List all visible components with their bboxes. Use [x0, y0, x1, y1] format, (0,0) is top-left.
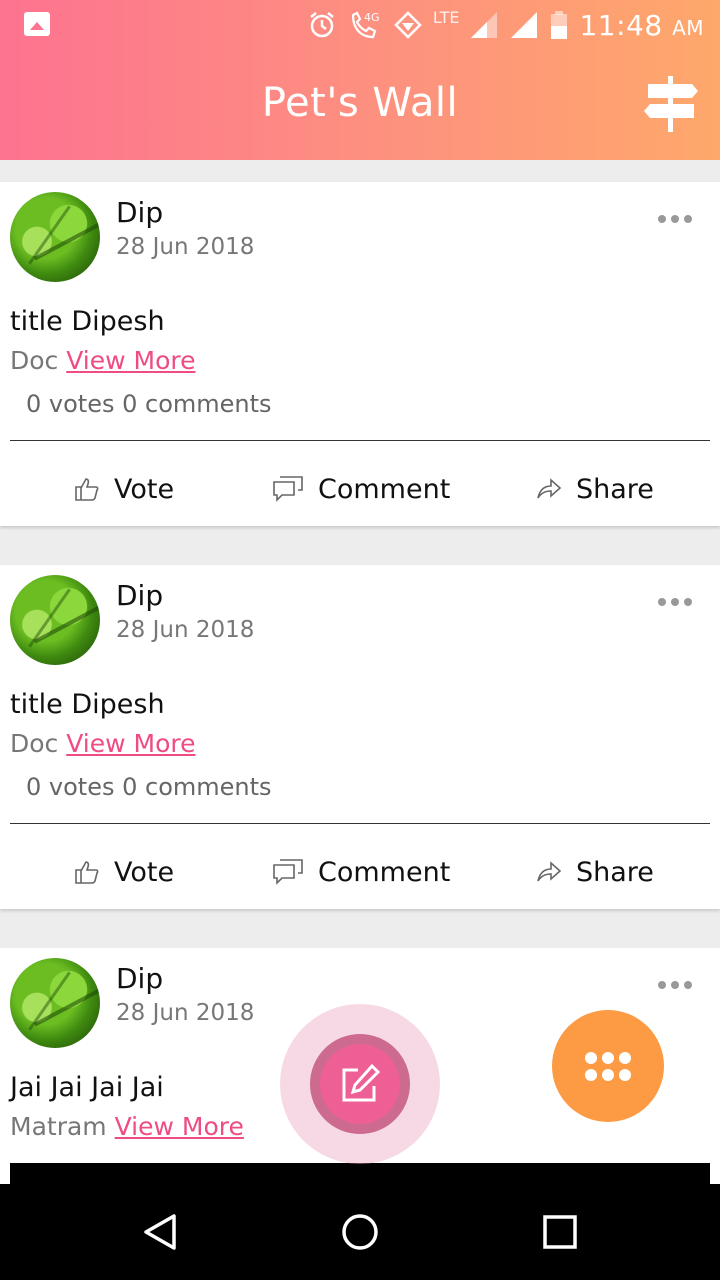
post-title: title Dipesh	[10, 689, 165, 720]
share-label: Share	[576, 473, 654, 505]
create-post-button[interactable]	[310, 1034, 410, 1134]
signal-icon-2	[511, 12, 538, 38]
post-date: 28 Jun 2018	[116, 1000, 255, 1026]
post-author[interactable]: Dip	[116, 196, 163, 229]
post-title: title Dipesh	[10, 306, 165, 337]
comment-label: Comment	[318, 473, 451, 505]
vote-button[interactable]: Vote	[74, 855, 174, 889]
post-body: Doc View More	[10, 729, 196, 758]
alarm-icon	[310, 12, 334, 38]
vote-label: Vote	[114, 473, 175, 505]
post-title: Jai Jai Jai Jai	[10, 1072, 164, 1103]
apps-menu-button[interactable]	[552, 1010, 664, 1122]
post-stats: 0 votes 0 comments	[26, 390, 272, 418]
data-transfer-icon	[394, 11, 422, 39]
avatar[interactable]	[10, 575, 100, 665]
divider	[10, 440, 710, 441]
lte-label: LTE	[432, 7, 460, 27]
apps-grid-icon	[585, 1051, 631, 1081]
create-post-button-inner	[320, 1044, 400, 1124]
signal-icon-1	[471, 12, 498, 38]
status-time: 11:48 AM	[579, 8, 704, 42]
svg-text:4G: 4G	[364, 11, 380, 24]
share-label: Share	[576, 856, 654, 888]
edit-icon	[342, 1063, 381, 1102]
comment-icon	[273, 859, 303, 885]
view-more-link[interactable]: View More	[66, 729, 195, 758]
call-4g-icon: 4G	[351, 11, 380, 39]
more-options-icon[interactable]	[658, 597, 692, 607]
thumbs-up-icon	[75, 478, 99, 501]
post-card: Dip 28 Jun 2018 title Dipesh Doc View Mo…	[0, 565, 720, 909]
recents-icon[interactable]	[542, 1214, 578, 1250]
home-icon[interactable]	[340, 1212, 380, 1252]
post-stats: 0 votes 0 comments	[26, 773, 272, 801]
post-body-text: Matram	[10, 1112, 107, 1141]
status-icons: 4G LTE 11:48 AM	[307, 6, 704, 44]
page-title: Pet's Wall	[261, 80, 459, 126]
view-more-link[interactable]: View More	[115, 1112, 244, 1141]
post-date: 28 Jun 2018	[116, 617, 255, 643]
more-options-icon[interactable]	[658, 980, 692, 990]
avatar[interactable]	[10, 958, 100, 1048]
post-date: 28 Jun 2018	[116, 234, 255, 260]
post-body: Doc View More	[10, 346, 196, 375]
system-nav-bar	[0, 1184, 720, 1280]
share-button[interactable]: Share	[536, 472, 654, 506]
signpost-icon[interactable]	[642, 74, 700, 134]
share-icon	[537, 861, 562, 882]
battery-icon	[551, 11, 568, 39]
post-body: Matram View More	[10, 1112, 244, 1141]
share-icon	[537, 478, 562, 499]
comment-button[interactable]: Comment	[272, 472, 450, 506]
post-card: Dip 28 Jun 2018 title Dipesh Doc View Mo…	[0, 182, 720, 526]
post-author[interactable]: Dip	[116, 962, 163, 995]
gallery-notification-icon	[24, 12, 50, 36]
status-bar: 4G LTE 11:48 AM	[0, 0, 720, 50]
post-body-text: Doc	[10, 729, 59, 758]
comment-icon	[273, 476, 303, 502]
view-more-link[interactable]: View More	[66, 346, 195, 375]
comment-button[interactable]: Comment	[272, 855, 450, 889]
avatar[interactable]	[10, 192, 100, 282]
divider	[10, 823, 710, 824]
vote-label: Vote	[114, 856, 175, 888]
share-button[interactable]: Share	[536, 855, 654, 889]
more-options-icon[interactable]	[658, 214, 692, 224]
post-author[interactable]: Dip	[116, 579, 163, 612]
comment-label: Comment	[318, 856, 451, 888]
app-header: 4G LTE 11:48 AM Pet's Wall	[0, 0, 720, 160]
vote-button[interactable]: Vote	[74, 472, 174, 506]
back-icon[interactable]	[140, 1212, 180, 1252]
post-body-text: Doc	[10, 346, 59, 375]
thumbs-up-icon	[75, 861, 99, 884]
